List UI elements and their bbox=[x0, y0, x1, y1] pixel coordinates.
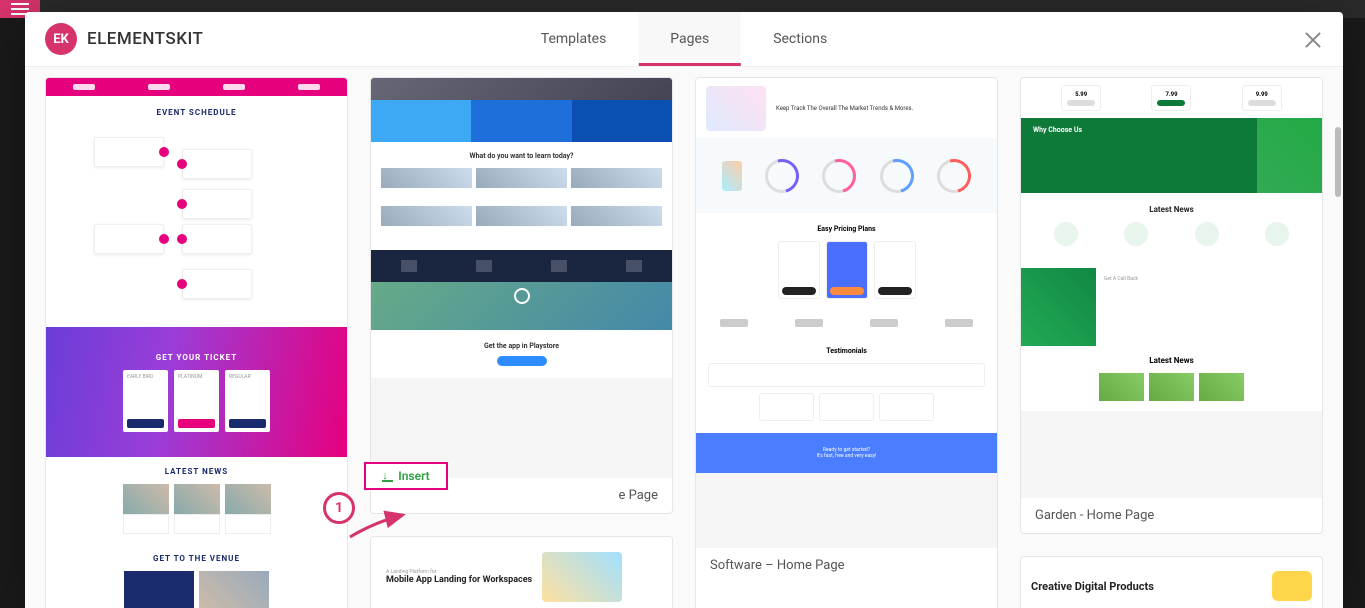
insert-label: Insert bbox=[398, 469, 429, 483]
section-title: What do you want to learn today? bbox=[381, 152, 662, 160]
template-preview: Creative Digital Products bbox=[1021, 557, 1322, 608]
modal-header: EK ELEMENTSKIT Templates Pages Sections bbox=[25, 12, 1343, 67]
template-card-event[interactable]: EVENT SCHEDULE GET YOUR TICKET bbox=[45, 77, 348, 608]
modal-tabs: Templates Pages Sections bbox=[509, 12, 859, 66]
modal-body[interactable]: EVENT SCHEDULE GET YOUR TICKET bbox=[25, 67, 1343, 608]
section-title: Get the app in Playstore bbox=[383, 342, 660, 350]
section-title: LATEST NEWS bbox=[54, 467, 339, 476]
section-title: Mobile App Landing for Workspaces bbox=[386, 575, 532, 585]
section-title: GET TO THE VENUE bbox=[54, 554, 339, 563]
template-preview: 5.99 7.99 9.99 Why Choose Us Latest News bbox=[1021, 78, 1322, 498]
templates-grid: EVENT SCHEDULE GET YOUR TICKET bbox=[45, 77, 1323, 608]
section-title: Easy Pricing Plans bbox=[708, 225, 985, 233]
close-icon[interactable] bbox=[1303, 29, 1323, 49]
template-label: Software – Home Page bbox=[696, 548, 997, 583]
brand-badge: EK bbox=[45, 23, 77, 55]
templates-modal: EK ELEMENTSKIT Templates Pages Sections … bbox=[25, 12, 1343, 608]
tab-sections[interactable]: Sections bbox=[741, 12, 859, 66]
section-title: Latest News bbox=[1031, 205, 1312, 214]
template-label: Garden - Home Page bbox=[1021, 498, 1322, 533]
annotation-marker: 1 bbox=[323, 492, 355, 524]
brand-area: EK ELEMENTSKIT bbox=[45, 23, 203, 55]
template-preview: A Landing Platform for Mobile App Landin… bbox=[371, 537, 672, 608]
section-title: Creative Digital Products bbox=[1031, 580, 1262, 593]
template-card-education[interactable]: What do you want to learn today? bbox=[370, 77, 673, 514]
section-title: Latest News bbox=[1031, 356, 1312, 365]
template-preview: What do you want to learn today? bbox=[371, 78, 672, 478]
section-title: Testimonials bbox=[708, 347, 985, 355]
template-card-software[interactable]: Keep Track The Overall The Market Trends… bbox=[695, 77, 998, 608]
tab-pages[interactable]: Pages bbox=[638, 12, 741, 66]
brand-name: ELEMENTSKIT bbox=[87, 29, 203, 49]
template-card-garden[interactable]: 5.99 7.99 9.99 Why Choose Us Latest News bbox=[1020, 77, 1323, 534]
insert-button[interactable]: Insert bbox=[364, 462, 448, 490]
section-title: GET YOUR TICKET bbox=[156, 353, 237, 362]
section-title: EVENT SCHEDULE bbox=[54, 108, 339, 117]
template-card-creative[interactable]: Creative Digital Products bbox=[1020, 556, 1323, 608]
download-icon bbox=[382, 471, 393, 482]
scrollbar-indicator[interactable] bbox=[1335, 127, 1341, 197]
template-preview: EVENT SCHEDULE GET YOUR TICKET bbox=[46, 78, 347, 608]
tab-templates[interactable]: Templates bbox=[509, 12, 639, 66]
template-preview: Keep Track The Overall The Market Trends… bbox=[696, 78, 997, 548]
template-card-mobile[interactable]: A Landing Platform for Mobile App Landin… bbox=[370, 536, 673, 608]
